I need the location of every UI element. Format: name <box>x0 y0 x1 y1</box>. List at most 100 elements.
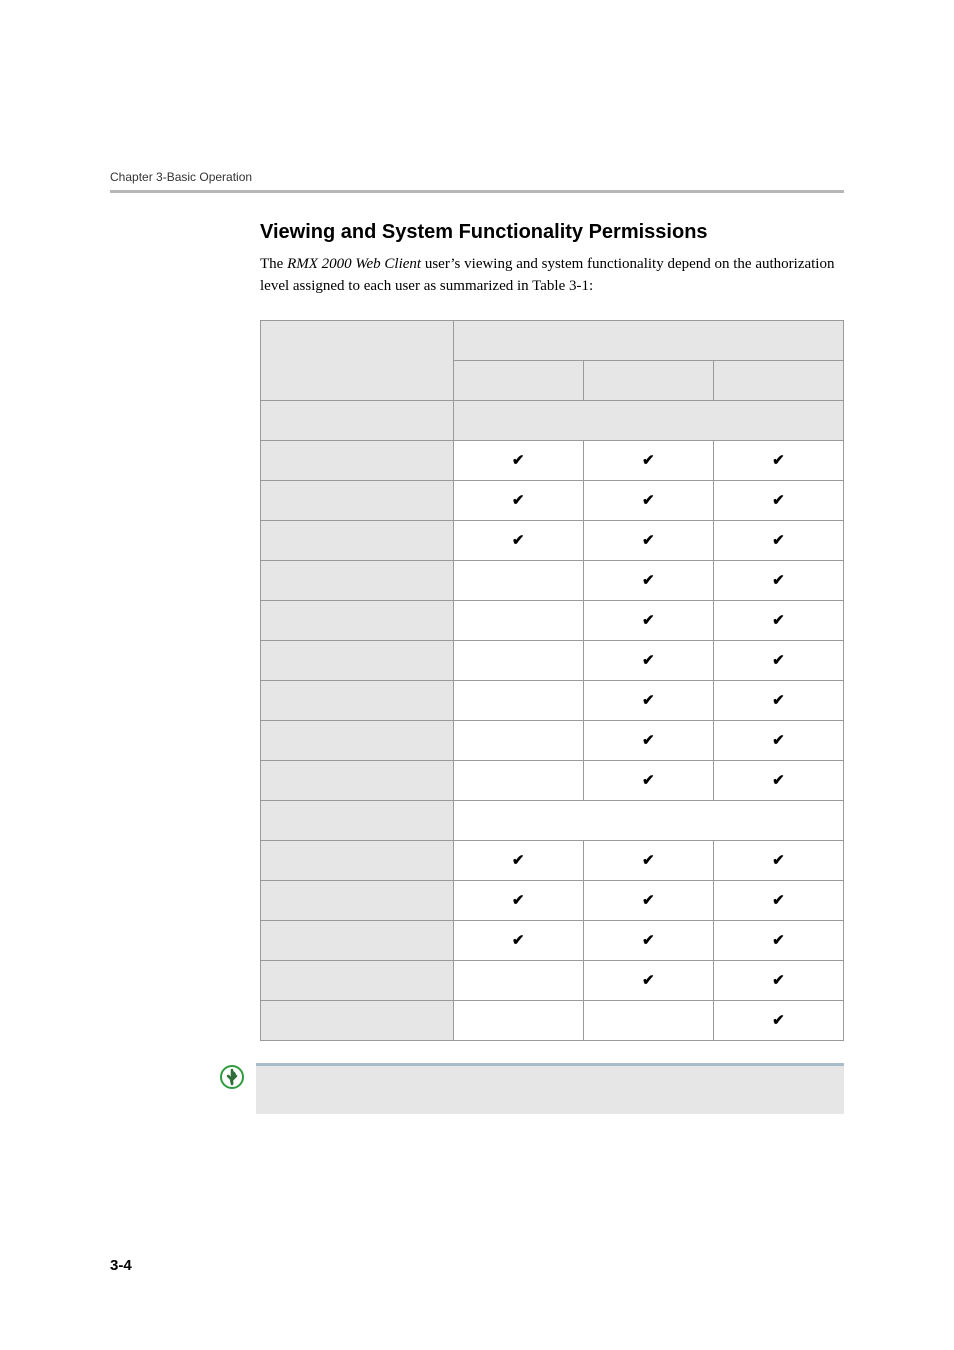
section-body-text: The RMX 2000 Web Client user’s viewing a… <box>260 254 844 298</box>
table-row: ✔ ✔ ✔ <box>261 880 844 920</box>
cell: ✔ <box>453 480 583 520</box>
cell: ✔ <box>583 640 713 680</box>
table-row: ✔ <box>261 1000 844 1040</box>
section1-label <box>261 400 454 440</box>
cell: ✔ <box>713 640 843 680</box>
cell: ✔ <box>713 880 843 920</box>
cell: ✔ <box>583 920 713 960</box>
table-row: ✔ ✔ <box>261 600 844 640</box>
table-row: ✔ ✔ ✔ <box>261 520 844 560</box>
check-icon: ✔ <box>772 932 785 949</box>
info-icon-wrap <box>220 1063 256 1114</box>
check-icon: ✔ <box>642 732 655 749</box>
row-label <box>261 960 454 1000</box>
check-icon: ✔ <box>772 852 785 869</box>
check-icon: ✔ <box>642 652 655 669</box>
table-head-top <box>453 320 843 360</box>
check-icon: ✔ <box>642 892 655 909</box>
cell: ✔ <box>453 920 583 960</box>
cell: ✔ <box>583 520 713 560</box>
cell <box>453 680 583 720</box>
cell: ✔ <box>713 600 843 640</box>
cell: ✔ <box>713 440 843 480</box>
permissions-table: ✔ ✔ ✔ ✔ ✔ ✔ ✔ ✔ ✔ ✔ ✔ <box>260 320 844 1041</box>
cell: ✔ <box>583 760 713 800</box>
cell: ✔ <box>713 680 843 720</box>
cell: ✔ <box>453 840 583 880</box>
cell <box>453 960 583 1000</box>
check-icon: ✔ <box>512 532 525 549</box>
check-icon: ✔ <box>772 772 785 789</box>
cell: ✔ <box>583 840 713 880</box>
check-icon: ✔ <box>772 452 785 469</box>
check-icon: ✔ <box>512 932 525 949</box>
check-icon: ✔ <box>772 612 785 629</box>
cell: ✔ <box>453 880 583 920</box>
cell: ✔ <box>713 920 843 960</box>
cell <box>453 720 583 760</box>
check-icon: ✔ <box>772 1012 785 1029</box>
table-head-left <box>261 320 454 400</box>
cell <box>453 560 583 600</box>
row-label <box>261 640 454 680</box>
check-icon: ✔ <box>642 612 655 629</box>
table-row: ✔ ✔ <box>261 640 844 680</box>
section2-label <box>261 800 454 840</box>
cell: ✔ <box>453 520 583 560</box>
check-icon: ✔ <box>772 532 785 549</box>
info-callout <box>220 1063 844 1114</box>
cell: ✔ <box>583 680 713 720</box>
table-row: ✔ ✔ <box>261 960 844 1000</box>
row-label <box>261 560 454 600</box>
section-row <box>261 800 844 840</box>
cell: ✔ <box>713 520 843 560</box>
cell: ✔ <box>583 440 713 480</box>
check-icon: ✔ <box>512 452 525 469</box>
cell: ✔ <box>583 960 713 1000</box>
check-icon: ✔ <box>642 972 655 989</box>
check-icon: ✔ <box>512 492 525 509</box>
check-icon: ✔ <box>642 932 655 949</box>
section2-right <box>453 800 843 840</box>
page-number: 3-4 <box>110 1257 132 1274</box>
section-heading: Viewing and System Functionality Permiss… <box>260 221 844 244</box>
cell: ✔ <box>713 1000 843 1040</box>
chapter-title: Chapter 3-Basic Operation <box>110 170 844 190</box>
table-head-c1 <box>453 360 583 400</box>
cell: ✔ <box>453 440 583 480</box>
cell <box>583 1000 713 1040</box>
info-arrow-icon <box>220 1065 244 1089</box>
cell <box>453 1000 583 1040</box>
check-icon: ✔ <box>642 692 655 709</box>
header-rule <box>110 190 844 193</box>
check-icon: ✔ <box>772 492 785 509</box>
check-icon: ✔ <box>512 852 525 869</box>
table-row: ✔ ✔ <box>261 760 844 800</box>
check-icon: ✔ <box>642 852 655 869</box>
cell: ✔ <box>713 720 843 760</box>
table-head-c2 <box>583 360 713 400</box>
row-label <box>261 520 454 560</box>
row-label <box>261 680 454 720</box>
check-icon: ✔ <box>772 892 785 909</box>
table-row: ✔ ✔ ✔ <box>261 440 844 480</box>
table-head-c3 <box>713 360 843 400</box>
cell: ✔ <box>583 880 713 920</box>
row-label <box>261 1000 454 1040</box>
row-label <box>261 600 454 640</box>
cell <box>453 640 583 680</box>
check-icon: ✔ <box>642 492 655 509</box>
check-icon: ✔ <box>772 652 785 669</box>
check-icon: ✔ <box>772 732 785 749</box>
check-icon: ✔ <box>772 972 785 989</box>
row-label <box>261 840 454 880</box>
row-label <box>261 720 454 760</box>
section-row <box>261 400 844 440</box>
check-icon: ✔ <box>512 892 525 909</box>
body-pre: The <box>260 256 287 272</box>
cell: ✔ <box>713 840 843 880</box>
row-label <box>261 440 454 480</box>
cell <box>453 600 583 640</box>
check-icon: ✔ <box>772 692 785 709</box>
table-row: ✔ ✔ ✔ <box>261 920 844 960</box>
